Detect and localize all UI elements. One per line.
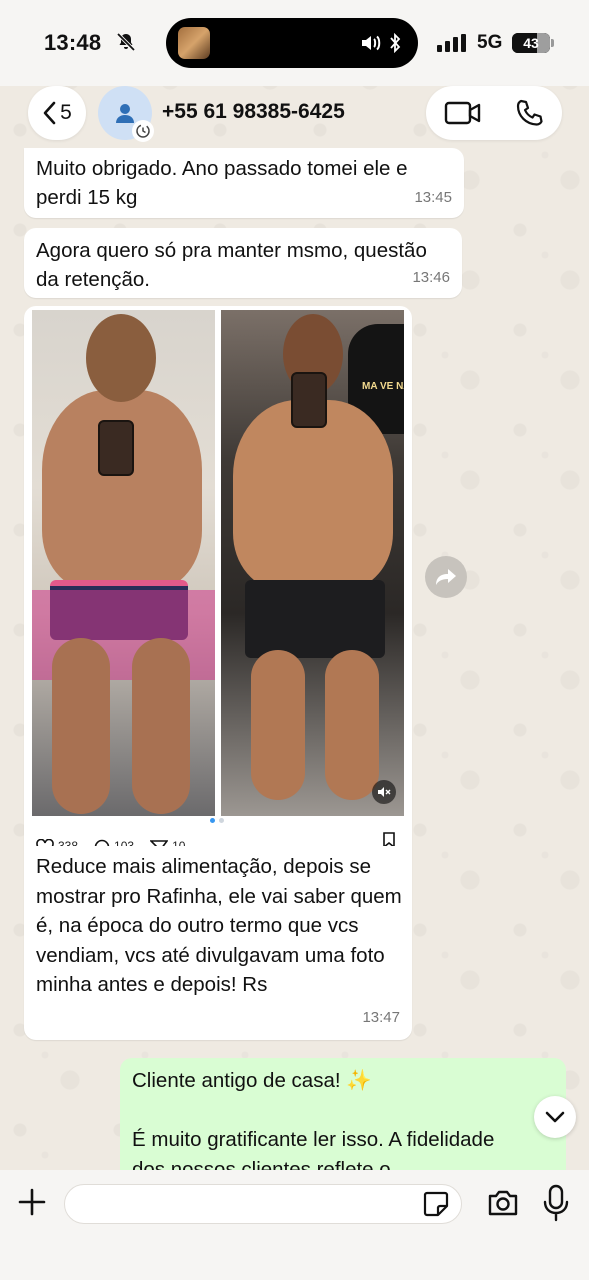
- message-time: 13:45: [414, 189, 452, 206]
- before-photo: [32, 310, 215, 816]
- camera-icon[interactable]: [486, 1186, 520, 1220]
- contact-avatar[interactable]: [98, 86, 154, 142]
- chat-header: 5 +55 61 98385-6425: [0, 86, 589, 146]
- before-after-image[interactable]: MA VE NA: [32, 310, 404, 816]
- network-type: 5G: [477, 32, 503, 53]
- back-button[interactable]: 5: [28, 86, 86, 140]
- message-composer: [0, 1170, 589, 1280]
- bell-off-icon: [116, 32, 136, 52]
- battery-level: 43: [523, 35, 539, 51]
- island-status: [360, 33, 402, 53]
- cellular-signal-icon: [437, 34, 466, 52]
- disappearing-timer-badge: [132, 120, 154, 142]
- message-text-line: Cliente antigo de casa! ✨: [132, 1069, 372, 1092]
- comment-count: 103: [114, 839, 135, 846]
- message-time: 13:46: [412, 269, 450, 286]
- call-actions: [426, 86, 562, 140]
- incoming-message[interactable]: Muito obrigado. Ano passado tomei ele e …: [24, 148, 464, 218]
- message-input[interactable]: [64, 1184, 462, 1224]
- unread-count: 5: [60, 101, 72, 124]
- now-playing-thumbnail: [178, 27, 210, 59]
- share-count: 10: [172, 839, 186, 846]
- muted-icon: [372, 780, 396, 804]
- clock-icon: [136, 124, 150, 138]
- forward-icon: [436, 569, 456, 585]
- carousel-dots: [210, 818, 224, 823]
- status-bar: 13:48 5G 43: [0, 0, 589, 86]
- message-text-line: É muito gratificante ler isso. A fidelid…: [132, 1128, 495, 1151]
- comment-icon: [94, 839, 110, 846]
- volume-icon: [362, 35, 381, 51]
- scroll-to-bottom-button[interactable]: [534, 1096, 576, 1138]
- incoming-image-message[interactable]: MA VE NA 338 103 10: [24, 306, 412, 1040]
- video-call-icon[interactable]: [444, 99, 482, 127]
- phone-icon[interactable]: [514, 98, 544, 128]
- person-icon: [116, 104, 134, 123]
- bluetooth-icon: [390, 33, 401, 53]
- instagram-action-row: 338 103 10: [36, 832, 396, 846]
- microphone-icon[interactable]: [542, 1184, 570, 1222]
- battery-icon: 43: [512, 33, 554, 53]
- heart-icon: [36, 838, 54, 846]
- plus-icon[interactable]: [14, 1184, 50, 1220]
- bookmark-icon: [383, 832, 395, 846]
- message-time: 13:47: [362, 1009, 400, 1026]
- status-time: 13:48: [44, 30, 102, 55]
- message-text: Agora quero só pra manter msmo, questão …: [36, 239, 427, 291]
- forward-button[interactable]: [425, 556, 467, 598]
- outgoing-message[interactable]: Cliente antigo de casa! ✨ É muito gratif…: [120, 1058, 566, 1172]
- like-count: 338: [58, 839, 79, 846]
- message-text: Reduce mais alimentação, depois se mostr…: [36, 855, 402, 996]
- chevron-left-icon: [43, 101, 56, 125]
- share-icon: [150, 839, 169, 846]
- after-photo: MA VE NA: [221, 310, 404, 816]
- sticker-icon[interactable]: [422, 1190, 450, 1218]
- message-text: Muito obrigado. Ano passado tomei ele e …: [36, 157, 408, 209]
- incoming-message[interactable]: Agora quero só pra manter msmo, questão …: [24, 228, 462, 298]
- dynamic-island: [166, 18, 418, 68]
- contact-name[interactable]: +55 61 98385-6425: [162, 100, 345, 124]
- chevron-down-icon: [545, 1111, 565, 1123]
